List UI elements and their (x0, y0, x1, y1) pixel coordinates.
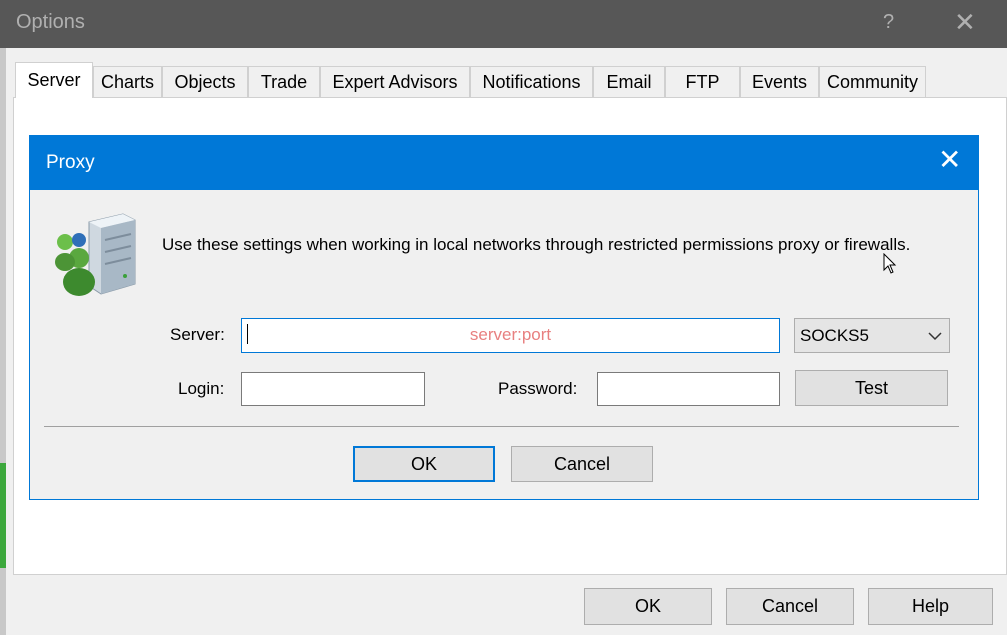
proxy-cancel-button[interactable]: Cancel (511, 446, 653, 482)
tab-server[interactable]: Server (15, 62, 93, 98)
tab-label: Notifications (482, 71, 581, 92)
proxy-type-select[interactable]: SOCKS5 (794, 318, 950, 353)
tab-charts[interactable]: Charts (93, 66, 162, 97)
tab-expert-advisors[interactable]: Expert Advisors (320, 66, 470, 97)
tab-email[interactable]: Email (593, 66, 665, 97)
chevron-down-icon (928, 332, 942, 341)
tab-label: Charts (100, 71, 154, 92)
tab-label: Community (826, 71, 919, 92)
proxy-separator (44, 426, 959, 427)
login-input[interactable] (241, 372, 425, 406)
tab-label: Objects (174, 71, 236, 92)
mouse-cursor-icon (883, 253, 897, 274)
password-input[interactable] (597, 372, 780, 406)
proxy-ok-button[interactable]: OK (353, 446, 495, 482)
proxy-description: Use these settings when working in local… (162, 235, 911, 254)
window-title: Options (16, 11, 85, 33)
network-users-server-icon (53, 212, 143, 307)
ok-button[interactable]: OK (584, 588, 712, 625)
close-icon[interactable]: ✕ (954, 7, 976, 38)
tab-label: Events (751, 71, 808, 92)
cancel-button[interactable]: Cancel (726, 588, 854, 625)
server-placeholder: server:port (469, 325, 552, 344)
tab-trade[interactable]: Trade (248, 66, 320, 97)
tab-label: Expert Advisors (332, 71, 458, 92)
proxy-title-bar: Proxy ✕ (30, 136, 978, 190)
tab-notifications[interactable]: Notifications (470, 66, 593, 97)
options-title-bar: Options ? ✕ (0, 0, 1007, 48)
tab-label: FTP (685, 71, 720, 92)
tab-label: Trade (260, 71, 308, 92)
proxy-title: Proxy (46, 152, 95, 173)
tab-label: Server (27, 70, 81, 90)
tab-objects[interactable]: Objects (162, 66, 248, 97)
proxy-close-icon[interactable]: ✕ (938, 146, 961, 174)
tab-community[interactable]: Community (819, 66, 926, 97)
help-button[interactable]: Help (868, 588, 993, 625)
proxy-type-value: SOCKS5 (800, 326, 869, 345)
help-icon[interactable]: ? (883, 11, 894, 34)
server-input[interactable]: server:port (241, 318, 780, 353)
test-button[interactable]: Test (795, 370, 948, 406)
server-label: Server: (170, 325, 225, 344)
password-label: Password: (498, 379, 578, 398)
tab-ftp[interactable]: FTP (665, 66, 740, 97)
tab-events[interactable]: Events (740, 66, 819, 97)
login-label: Login: (178, 379, 225, 398)
tab-label: Email (606, 71, 652, 92)
